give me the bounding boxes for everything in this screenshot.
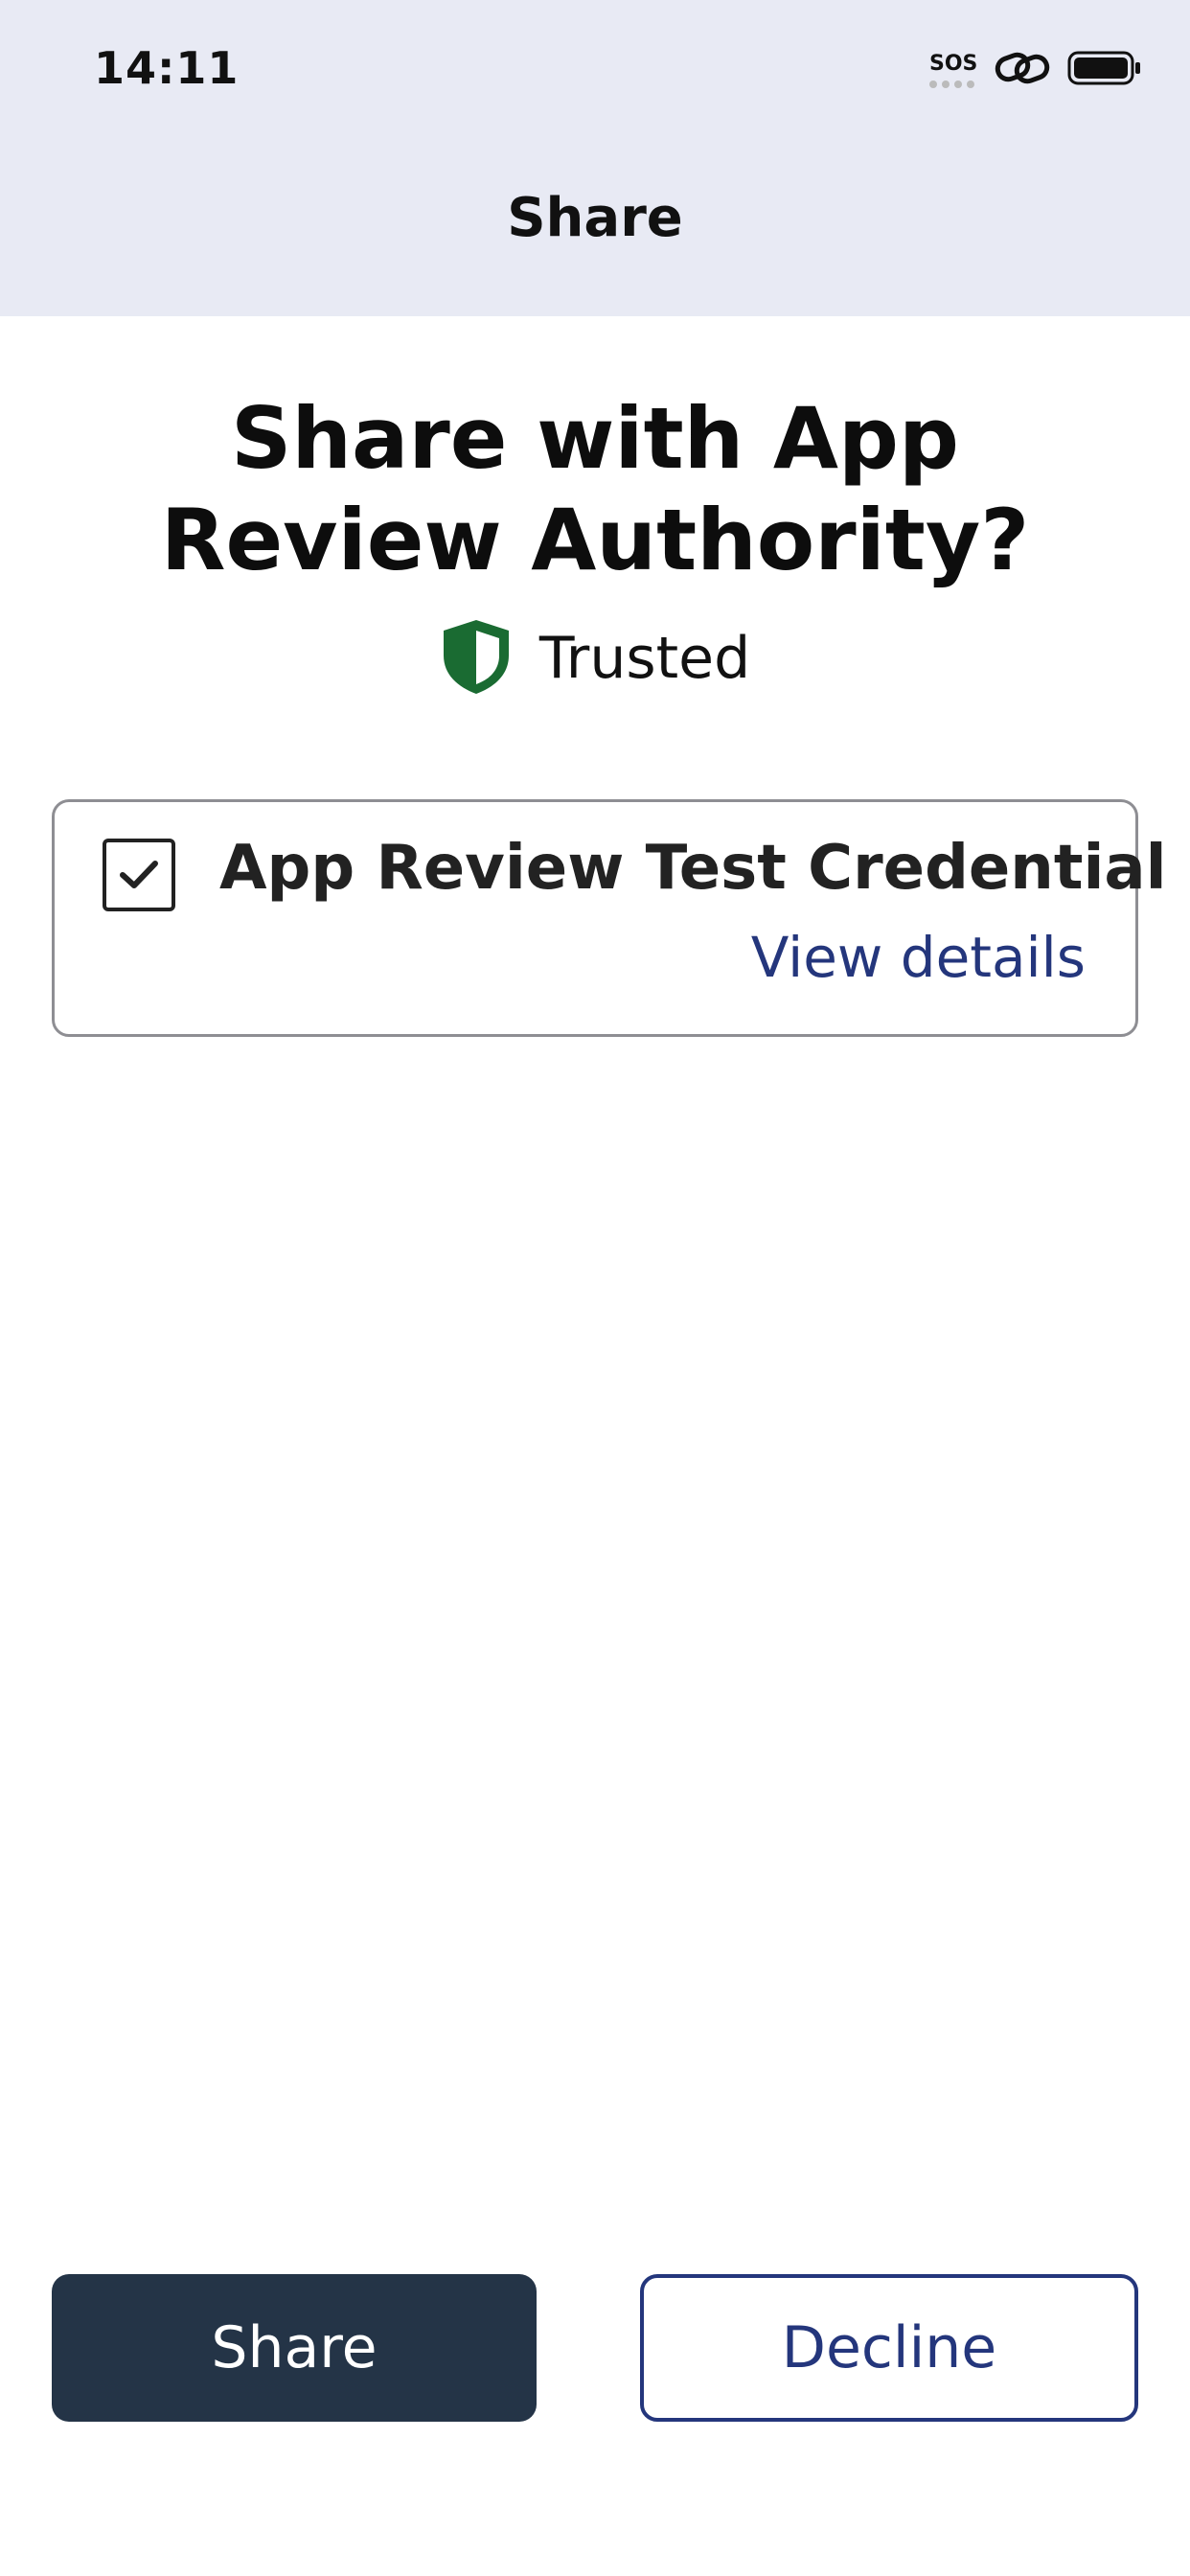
sos-label: SOS bbox=[929, 52, 978, 76]
share-prompt-title: Share with App Review Authority? bbox=[160, 389, 1030, 589]
shield-icon bbox=[440, 617, 513, 700]
link-icon bbox=[995, 49, 1050, 91]
credential-name: App Review Test Credential bbox=[219, 833, 1167, 904]
decline-button[interactable]: Decline bbox=[640, 2274, 1138, 2422]
status-icons: SOS bbox=[927, 48, 1142, 92]
trust-indicator: Trusted bbox=[0, 618, 1190, 699]
credential-card: App Review Test Credential View details bbox=[52, 799, 1167, 1037]
page-title: Share bbox=[507, 187, 683, 249]
top-bar: 14:11 SOS Share bbox=[0, 0, 1190, 316]
credential-checkbox[interactable] bbox=[103, 839, 175, 911]
view-details-link[interactable]: View details bbox=[751, 925, 1086, 990]
status-time: 14:11 bbox=[94, 42, 240, 94]
checkmark-icon bbox=[120, 861, 158, 888]
sos-signal-icon: SOS bbox=[927, 48, 977, 92]
share-button[interactable]: Share bbox=[52, 2274, 537, 2422]
battery-icon bbox=[1067, 49, 1142, 91]
trust-label: Trusted bbox=[538, 625, 751, 692]
